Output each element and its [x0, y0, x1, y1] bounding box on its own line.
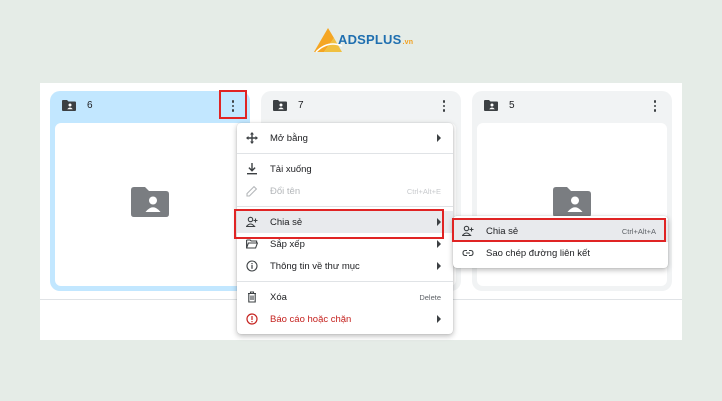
folder-title: 5 [509, 100, 515, 111]
shared-folder-icon [553, 187, 591, 217]
more-options-icon[interactable] [436, 98, 452, 114]
folder-open-icon [246, 239, 258, 249]
menu-item-delete[interactable]: Xóa Delete [237, 286, 453, 308]
submenu-arrow-icon [437, 262, 441, 270]
shared-folder-icon [484, 100, 498, 111]
menu-item-label: Sao chép đường liên kết [486, 247, 590, 259]
menu-item-label: Mở bằng [270, 132, 308, 144]
report-icon [246, 313, 258, 325]
submenu-item-copy-link[interactable]: Sao chép đường liên kết [453, 242, 668, 264]
shared-folder-icon [131, 187, 169, 217]
menu-divider [237, 153, 453, 154]
rename-pencil-icon [246, 185, 258, 197]
folder-title: 7 [298, 100, 304, 111]
menu-item-download[interactable]: Tải xuống [237, 158, 453, 180]
menu-divider [237, 206, 453, 207]
brand-name: ADSPLUS [338, 32, 402, 47]
adsplus-logo-text: ADSPLUS.vn [338, 32, 413, 47]
link-icon [462, 249, 474, 257]
move-arrows-icon [246, 132, 258, 144]
menu-item-label: Tải xuống [270, 163, 312, 175]
more-options-icon[interactable] [647, 98, 663, 114]
download-icon [247, 163, 257, 175]
highlight-share-item [234, 209, 444, 239]
folder-thumbnail [55, 123, 245, 286]
folder-card[interactable]: 6 [50, 91, 250, 291]
trash-icon [248, 291, 256, 303]
menu-item-label: Đổi tên [270, 185, 301, 197]
shared-folder-icon [273, 100, 287, 111]
menu-item-label: Thông tin về thư mục [270, 260, 360, 272]
menu-divider [237, 281, 453, 282]
menu-item-shortcut: Delete [419, 292, 441, 302]
menu-item-label: Báo cáo hoặc chặn [270, 313, 352, 325]
highlight-more-button [219, 90, 247, 119]
info-icon [246, 260, 258, 272]
submenu-arrow-icon [437, 134, 441, 142]
menu-item-shortcut: Ctrl+Alt+E [406, 186, 441, 196]
highlight-share-submenu-item [452, 218, 666, 242]
menu-item-open-with[interactable]: Mở bằng [237, 127, 453, 149]
folder-title: 6 [87, 100, 93, 111]
menu-item-report-block[interactable]: Báo cáo hoặc chặn [237, 308, 453, 330]
menu-item-label: Xóa [270, 291, 287, 303]
menu-item-folder-info[interactable]: Thông tin về thư mục [237, 255, 453, 277]
brand-tld: .vn [402, 39, 414, 46]
submenu-arrow-icon [437, 240, 441, 248]
shared-folder-icon [62, 100, 76, 111]
menu-item-rename: Đổi tên Ctrl+Alt+E [237, 180, 453, 202]
submenu-arrow-icon [437, 315, 441, 323]
menu-item-label: Sắp xếp [270, 238, 305, 250]
